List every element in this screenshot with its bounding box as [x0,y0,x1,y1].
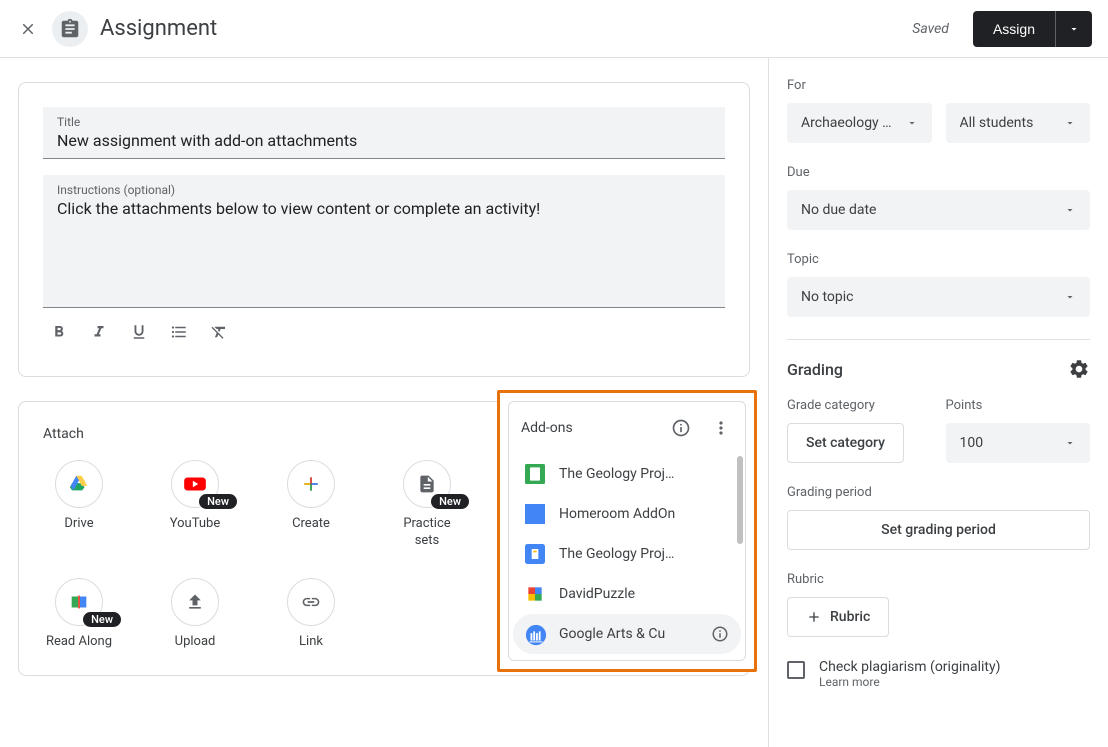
addon-name: DavidPuzzle [559,586,729,602]
plagiarism-checkbox[interactable] [787,661,805,679]
addon-icon [525,584,545,604]
drive-icon [68,473,90,495]
link-icon [301,592,321,612]
new-badge: New [83,612,121,627]
students-value: All students [960,115,1034,131]
document-icon [417,474,437,494]
addon-icon [525,544,545,564]
caret-down-icon [1064,437,1076,449]
topic-label: Topic [787,252,1090,267]
attach-read-along[interactable]: New Read Along [43,578,115,651]
new-badge: New [199,494,237,509]
caret-down-icon [1064,204,1076,216]
instructions-label: Instructions (optional) [57,183,711,197]
assign-button[interactable]: Assign [973,11,1055,47]
points-value: 100 [960,435,984,451]
youtube-icon [182,471,208,497]
topic-dropdown[interactable]: No topic [787,277,1090,317]
grading-settings-button[interactable] [1068,358,1090,380]
caret-down-icon [1064,291,1076,303]
attach-create-label: Create [292,516,330,533]
new-badge: New [431,494,469,509]
attach-link-label: Link [299,634,323,651]
due-label: Due [787,165,1090,180]
addon-name: Google Arts & Cu [559,626,697,642]
addon-name: The Geology Proj… [559,466,729,482]
addon-item[interactable]: The Geology Proj… [509,454,745,494]
rubric-label: Rubric [787,572,1090,587]
attach-upload[interactable]: Upload [159,578,231,651]
addon-item[interactable]: Google Arts & Cu [513,614,741,654]
attach-practice-sets[interactable]: New Practice sets [391,460,463,550]
grade-category-label: Grade category [787,398,932,413]
clear-format-button[interactable] [207,320,231,344]
due-dropdown[interactable]: No due date [787,190,1090,230]
points-dropdown[interactable]: 100 [946,423,1091,463]
topic-value: No topic [801,289,853,305]
page-title: Assignment [100,16,217,41]
addon-icon [525,504,545,524]
addon-item[interactable]: DavidPuzzle [509,574,745,614]
attach-create[interactable]: Create [275,460,347,550]
learn-more-link[interactable]: Learn more [819,675,1000,689]
addons-menu-button[interactable] [709,416,733,440]
addons-panel: Add-ons The Geology Proj… Homeroom AddOn [497,390,757,672]
addon-icon [525,464,545,484]
assign-dropdown-button[interactable] [1055,11,1092,47]
close-button[interactable] [16,17,40,41]
title-input[interactable] [57,129,711,152]
attach-read-along-label: Read Along [46,634,112,651]
attach-upload-label: Upload [175,634,216,651]
attach-practice-sets-label: Practice sets [391,516,463,550]
caret-down-icon [1064,117,1076,129]
grading-title: Grading [787,360,843,379]
class-dropdown[interactable]: Archaeology … [787,103,932,143]
italic-button[interactable] [87,320,111,344]
addon-item[interactable]: The Geology Proj… [509,534,745,574]
caret-down-icon [906,117,918,129]
set-category-button[interactable]: Set category [787,423,904,463]
addon-item[interactable]: Homeroom AddOn [509,494,745,534]
addon-name: Homeroom AddOn [559,506,729,522]
title-label: Title [57,115,711,129]
class-value: Archaeology … [801,115,892,131]
scrollbar[interactable] [737,456,743,544]
addon-info-button[interactable] [711,625,729,643]
rubric-button-label: Rubric [830,609,870,625]
attach-youtube[interactable]: New YouTube [159,460,231,550]
students-dropdown[interactable]: All students [946,103,1091,143]
plus-icon [301,474,321,494]
addons-heading: Add-ons [521,420,573,436]
rubric-button[interactable]: Rubric [787,597,889,637]
saved-indicator: Saved [912,21,949,37]
attach-drive[interactable]: Drive [43,460,115,550]
underline-button[interactable] [127,320,151,344]
bullet-list-button[interactable] [167,320,191,344]
plagiarism-label: Check plagiarism (originality) [819,659,1000,675]
for-label: For [787,78,1090,93]
plus-icon [806,609,822,625]
attach-link[interactable]: Link [275,578,347,651]
upload-icon [185,592,205,612]
set-grading-period-button[interactable]: Set grading period [787,510,1090,550]
due-value: No due date [801,202,876,218]
addon-icon [525,624,545,644]
attach-drive-label: Drive [64,516,93,533]
addons-info-button[interactable] [669,416,693,440]
bold-button[interactable] [47,320,71,344]
attach-youtube-label: YouTube [170,516,221,533]
instructions-input[interactable] [57,197,711,297]
grading-period-label: Grading period [787,485,1090,500]
points-label: Points [946,398,1091,413]
addon-name: The Geology Proj… [559,546,729,562]
assignment-icon [52,11,88,47]
book-icon [68,591,90,613]
